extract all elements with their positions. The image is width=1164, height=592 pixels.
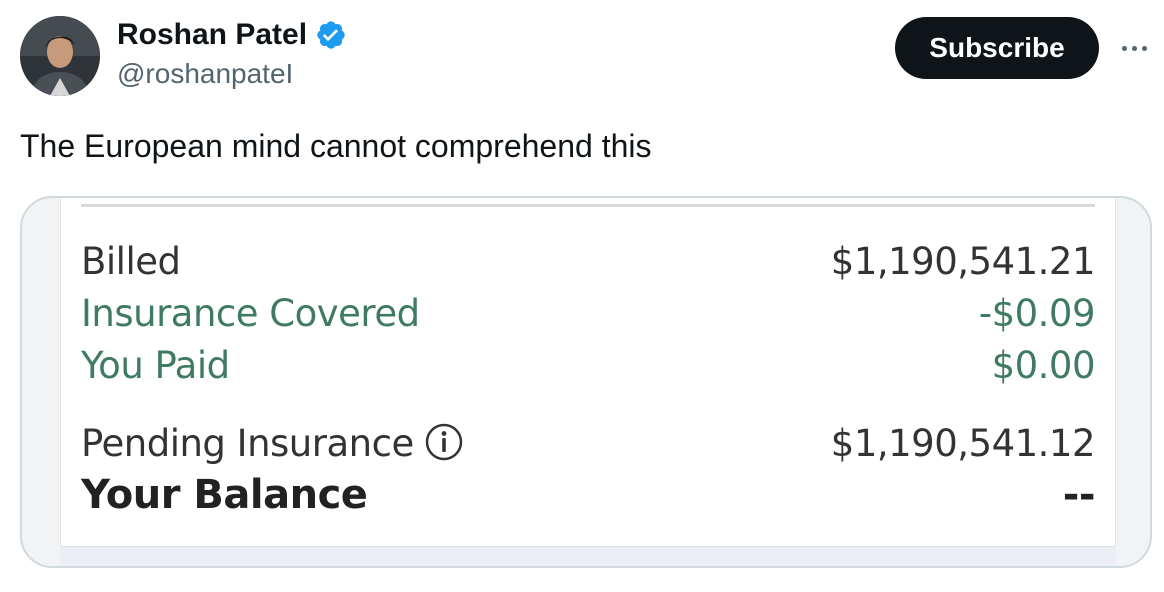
pending-insurance-value: $1,190,541.12: [830, 422, 1096, 465]
billed-value: $1,190,541.21: [830, 240, 1096, 283]
tweet-text: The European mind cannot comprehend this: [20, 128, 652, 164]
billed-label: Billed: [81, 240, 181, 283]
verified-badge-icon: [315, 19, 347, 51]
your-balance-label: Your Balance: [81, 472, 368, 518]
subscribe-button[interactable]: Subscribe: [895, 17, 1099, 79]
pending-insurance-row: Pending Insurance: [81, 422, 464, 465]
card-footer: [60, 546, 1116, 566]
you-paid-value: $0.00: [991, 344, 1096, 387]
insurance-covered-label: Insurance Covered: [81, 292, 420, 335]
tweet-media-image[interactable]: Billed $1,190,541.21 Insurance Covered -…: [20, 196, 1152, 568]
your-balance-value: --: [1062, 472, 1096, 518]
more-horizontal-icon[interactable]: [1114, 30, 1154, 66]
avatar-image: [20, 16, 100, 96]
author-name-text: Roshan Patel: [117, 18, 308, 51]
author-avatar[interactable]: [20, 16, 100, 96]
info-icon: [424, 422, 464, 462]
author-display-name[interactable]: Roshan Patel: [117, 18, 347, 52]
divider: [81, 204, 1095, 207]
billing-summary-card: Billed $1,190,541.21 Insurance Covered -…: [60, 198, 1116, 546]
author-handle[interactable]: @roshanpateI: [117, 58, 293, 90]
you-paid-label: You Paid: [81, 344, 230, 387]
pending-insurance-label: Pending Insurance: [81, 422, 414, 465]
insurance-covered-value: -$0.09: [978, 292, 1096, 335]
